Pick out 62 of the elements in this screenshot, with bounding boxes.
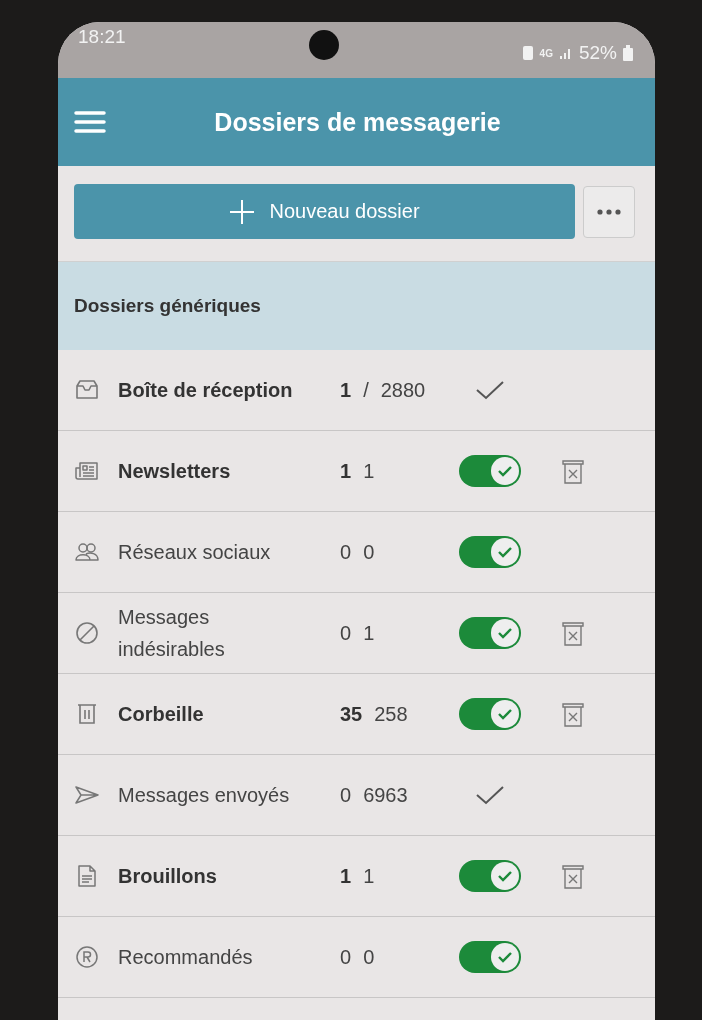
clock-time: 18:21 [78, 26, 126, 48]
unread-count: 0 [340, 540, 352, 564]
unread-count: 1 [340, 378, 352, 402]
unread-count: 0 [340, 945, 352, 969]
delete-icon[interactable] [562, 863, 584, 889]
folder-name[interactable]: Corbeille [118, 698, 298, 730]
delete-icon[interactable] [562, 701, 584, 727]
count-separator: / [363, 378, 369, 402]
battery-icon [623, 45, 633, 61]
total-count: 1 [363, 864, 375, 888]
toggle-switch[interactable] [459, 860, 521, 892]
total-count: 6963 [363, 783, 408, 807]
checkmark-icon [497, 708, 513, 720]
unread-count: 35 [340, 702, 363, 726]
delete-icon[interactable] [562, 458, 584, 484]
folder-name[interactable]: Newsletters [118, 455, 298, 487]
total-count: 258 [374, 702, 408, 726]
ellipsis-icon [597, 208, 621, 215]
paper-plane-icon [74, 783, 100, 807]
folder-name[interactable]: Messages indésirables [118, 601, 298, 665]
toggle-switch[interactable] [459, 617, 521, 649]
signal-icon [558, 46, 573, 60]
folder-name[interactable]: Messages envoyés [118, 779, 298, 811]
unread-count: 1 [340, 864, 352, 888]
toggle-switch[interactable] [459, 536, 521, 568]
camera-hole [308, 30, 339, 60]
checkmark-icon [497, 951, 513, 963]
folder-name[interactable]: Boîte de réception [118, 374, 298, 406]
checkmark-icon [497, 546, 513, 558]
folder-name[interactable]: Brouillons [118, 860, 298, 892]
unread-count: 0 [340, 621, 352, 645]
unread-count: 0 [340, 783, 352, 807]
battery-saver-icon [521, 45, 534, 61]
toggle-switch[interactable] [459, 455, 521, 487]
checkmark-icon [497, 465, 513, 477]
battery-percent: 52% [578, 42, 617, 64]
screen-title: Dossiers de messagerie [213, 107, 502, 137]
checkmark-icon [497, 627, 513, 639]
newspaper-icon [74, 459, 100, 483]
delete-icon[interactable] [562, 620, 584, 646]
inbox-tray-icon [74, 378, 100, 402]
section-header: Dossiers génériques [58, 262, 655, 350]
people-icon [74, 540, 100, 564]
unread-count: 1 [340, 459, 352, 483]
prohibited-icon [74, 621, 100, 645]
toggle-switch[interactable] [459, 941, 521, 973]
checkmark-icon [475, 785, 505, 805]
more-options-button[interactable] [583, 185, 635, 238]
circled-letter-icon [74, 945, 100, 969]
toggle-switch[interactable] [459, 698, 521, 730]
plus-icon [229, 198, 256, 225]
menu-icon[interactable] [74, 110, 106, 134]
total-count: 2880 [380, 378, 426, 402]
folder-name[interactable]: Recommandés [118, 941, 298, 973]
total-count: 0 [363, 540, 375, 564]
checkmark-icon [497, 870, 513, 882]
total-count: 1 [363, 459, 375, 483]
total-count: 0 [363, 945, 375, 969]
folder-name[interactable]: Réseaux sociaux [118, 536, 298, 568]
total-count: 1 [363, 621, 375, 645]
network-type: 4G [539, 47, 553, 59]
checkmark-icon [475, 380, 505, 400]
